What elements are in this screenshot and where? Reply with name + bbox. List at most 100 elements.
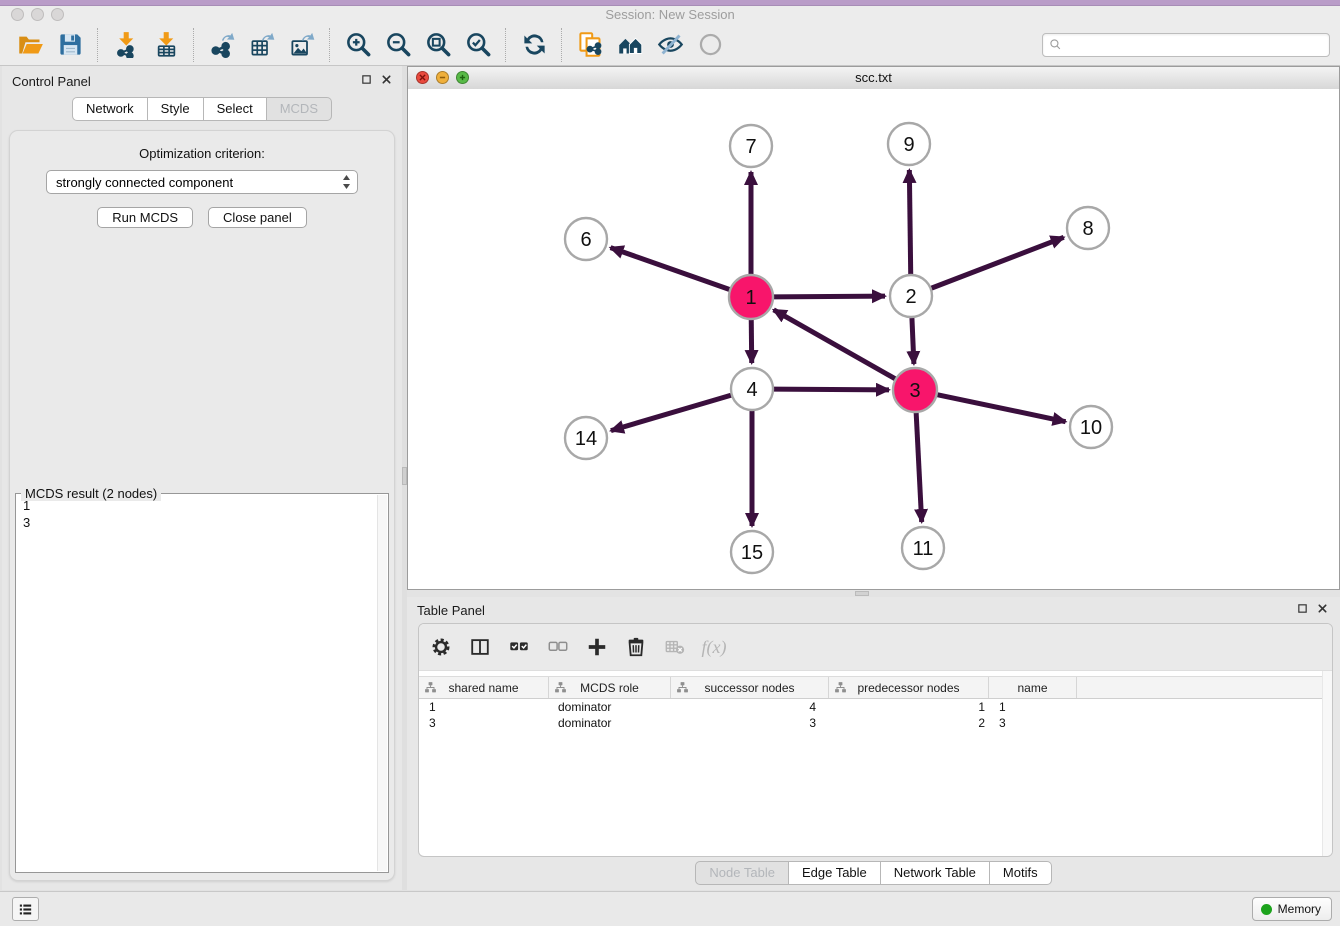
home-icon[interactable] bbox=[610, 27, 650, 63]
edge-3-11[interactable] bbox=[916, 412, 922, 522]
graph-node-9[interactable]: 9 bbox=[888, 123, 930, 165]
export-network-icon[interactable] bbox=[202, 27, 242, 63]
tab-motifs[interactable]: Motifs bbox=[990, 861, 1052, 885]
close-panel-icon[interactable] bbox=[381, 74, 392, 85]
tab-network[interactable]: Network bbox=[72, 97, 148, 121]
delete-column-icon[interactable] bbox=[623, 634, 649, 660]
cell-MCDS-role[interactable]: dominator bbox=[549, 716, 671, 730]
table-row[interactable]: 1dominator411 bbox=[419, 699, 1332, 715]
export-image-icon[interactable] bbox=[282, 27, 322, 63]
split-pane-icon[interactable] bbox=[467, 634, 493, 660]
splitter-grip[interactable] bbox=[855, 591, 869, 596]
graph-node-7[interactable]: 7 bbox=[730, 125, 772, 167]
optimization-select-value: strongly connected component bbox=[56, 175, 233, 190]
edge-1-6[interactable] bbox=[611, 248, 731, 290]
tab-network-table[interactable]: Network Table bbox=[881, 861, 990, 885]
float-panel-icon[interactable] bbox=[361, 74, 372, 85]
zoom-fit-icon[interactable] bbox=[418, 27, 458, 63]
open-file-icon[interactable] bbox=[10, 27, 50, 63]
copy-network-icon[interactable] bbox=[570, 27, 610, 63]
cell-MCDS-role[interactable]: dominator bbox=[549, 700, 671, 714]
column-header-predecessor-nodes[interactable]: predecessor nodes bbox=[829, 677, 989, 698]
cell-name[interactable]: 3 bbox=[989, 716, 1077, 730]
edge-3-1[interactable] bbox=[774, 310, 896, 379]
graph-node-10[interactable]: 10 bbox=[1070, 406, 1112, 448]
tab-select[interactable]: Select bbox=[204, 97, 267, 121]
column-type-icon bbox=[676, 681, 689, 694]
cell-name[interactable]: 1 bbox=[989, 700, 1077, 714]
table-scrollbar[interactable] bbox=[1322, 671, 1332, 856]
edge-1-2[interactable] bbox=[773, 296, 885, 297]
search-input[interactable] bbox=[1067, 36, 1323, 53]
cell-shared-name[interactable]: 3 bbox=[419, 716, 549, 730]
hide-selected-icon[interactable] bbox=[650, 27, 690, 63]
cell-shared-name[interactable]: 1 bbox=[419, 700, 549, 714]
close-window-button[interactable] bbox=[11, 8, 24, 21]
edge-2-9[interactable] bbox=[909, 170, 910, 274]
table-header-row: shared nameMCDS rolesuccessor nodesprede… bbox=[419, 676, 1332, 699]
edge-3-10[interactable] bbox=[937, 395, 1066, 422]
table-row[interactable]: 3dominator323 bbox=[419, 715, 1332, 731]
graph-node-4[interactable]: 4 bbox=[731, 368, 773, 410]
zoom-selected-icon[interactable] bbox=[458, 27, 498, 63]
mcds-result-list[interactable]: 13 bbox=[23, 497, 376, 870]
control-panel-tabs: NetworkStyleSelectMCDS bbox=[2, 97, 402, 121]
memory-button[interactable]: Memory bbox=[1252, 897, 1332, 921]
graph-node-2[interactable]: 2 bbox=[890, 275, 932, 317]
search-box[interactable] bbox=[1042, 33, 1330, 57]
zoom-in-icon[interactable] bbox=[338, 27, 378, 63]
network-canvas[interactable]: 7 9 6 8 1 2 4 3 14 10 15 11 bbox=[408, 89, 1339, 589]
graph-node-11[interactable]: 11 bbox=[902, 527, 944, 569]
close-panel-button[interactable]: Close panel bbox=[208, 207, 307, 228]
graph-node-6[interactable]: 6 bbox=[565, 218, 607, 260]
network-close-button[interactable] bbox=[416, 71, 429, 84]
add-column-icon[interactable] bbox=[584, 634, 610, 660]
search-icon bbox=[1049, 38, 1062, 51]
tab-edge-table[interactable]: Edge Table bbox=[789, 861, 881, 885]
edge-4-14[interactable] bbox=[611, 395, 731, 430]
task-history-button[interactable] bbox=[12, 897, 39, 921]
zoom-out-icon[interactable] bbox=[378, 27, 418, 63]
tab-mcds[interactable]: MCDS bbox=[267, 97, 332, 121]
tab-style[interactable]: Style bbox=[148, 97, 204, 121]
network-zoom-button[interactable] bbox=[456, 71, 469, 84]
close-panel-icon[interactable] bbox=[1317, 603, 1328, 614]
result-scrollbar[interactable] bbox=[377, 495, 387, 871]
column-header-shared-name[interactable]: shared name bbox=[419, 677, 549, 698]
tab-node-table[interactable]: Node Table bbox=[695, 861, 789, 885]
export-table-icon[interactable] bbox=[242, 27, 282, 63]
refresh-icon[interactable] bbox=[514, 27, 554, 63]
graph-node-15[interactable]: 15 bbox=[731, 531, 773, 573]
optimization-select[interactable]: strongly connected component bbox=[46, 170, 358, 194]
cell-predecessor-nodes[interactable]: 2 bbox=[829, 716, 989, 730]
column-header-successor-nodes[interactable]: successor nodes bbox=[671, 677, 829, 698]
run-mcds-button[interactable]: Run MCDS bbox=[97, 207, 193, 228]
graph-node-14[interactable]: 14 bbox=[565, 417, 607, 459]
deselect-all-icon[interactable] bbox=[545, 634, 571, 660]
cell-predecessor-nodes[interactable]: 1 bbox=[829, 700, 989, 714]
graph-node-8[interactable]: 8 bbox=[1067, 207, 1109, 249]
edge-2-3[interactable] bbox=[912, 318, 914, 364]
graph-node-1[interactable]: 1 bbox=[729, 275, 773, 319]
column-type-icon bbox=[834, 681, 847, 694]
save-icon[interactable] bbox=[50, 27, 90, 63]
horizontal-splitter[interactable] bbox=[407, 590, 1340, 597]
cell-successor-nodes[interactable]: 4 bbox=[671, 700, 829, 714]
cell-successor-nodes[interactable]: 3 bbox=[671, 716, 829, 730]
graph-node-3[interactable]: 3 bbox=[893, 368, 937, 412]
show-disabled-icon[interactable] bbox=[690, 27, 730, 63]
gear-icon[interactable] bbox=[428, 634, 454, 660]
network-graph[interactable]: 7 9 6 8 1 2 4 3 14 10 15 11 bbox=[408, 89, 1339, 589]
column-header-name[interactable]: name bbox=[989, 677, 1077, 698]
column-header-MCDS-role[interactable]: MCDS role bbox=[549, 677, 671, 698]
network-minimize-button[interactable] bbox=[436, 71, 449, 84]
import-network-icon[interactable] bbox=[106, 27, 146, 63]
select-all-icon[interactable] bbox=[506, 634, 532, 660]
edge-4-3[interactable] bbox=[774, 389, 889, 390]
float-panel-icon[interactable] bbox=[1297, 603, 1308, 614]
import-table-icon[interactable] bbox=[146, 27, 186, 63]
function-builder-icon: f(x) bbox=[701, 634, 727, 660]
minimize-window-button[interactable] bbox=[31, 8, 44, 21]
edge-2-8[interactable] bbox=[932, 237, 1064, 288]
zoom-window-button[interactable] bbox=[51, 8, 64, 21]
